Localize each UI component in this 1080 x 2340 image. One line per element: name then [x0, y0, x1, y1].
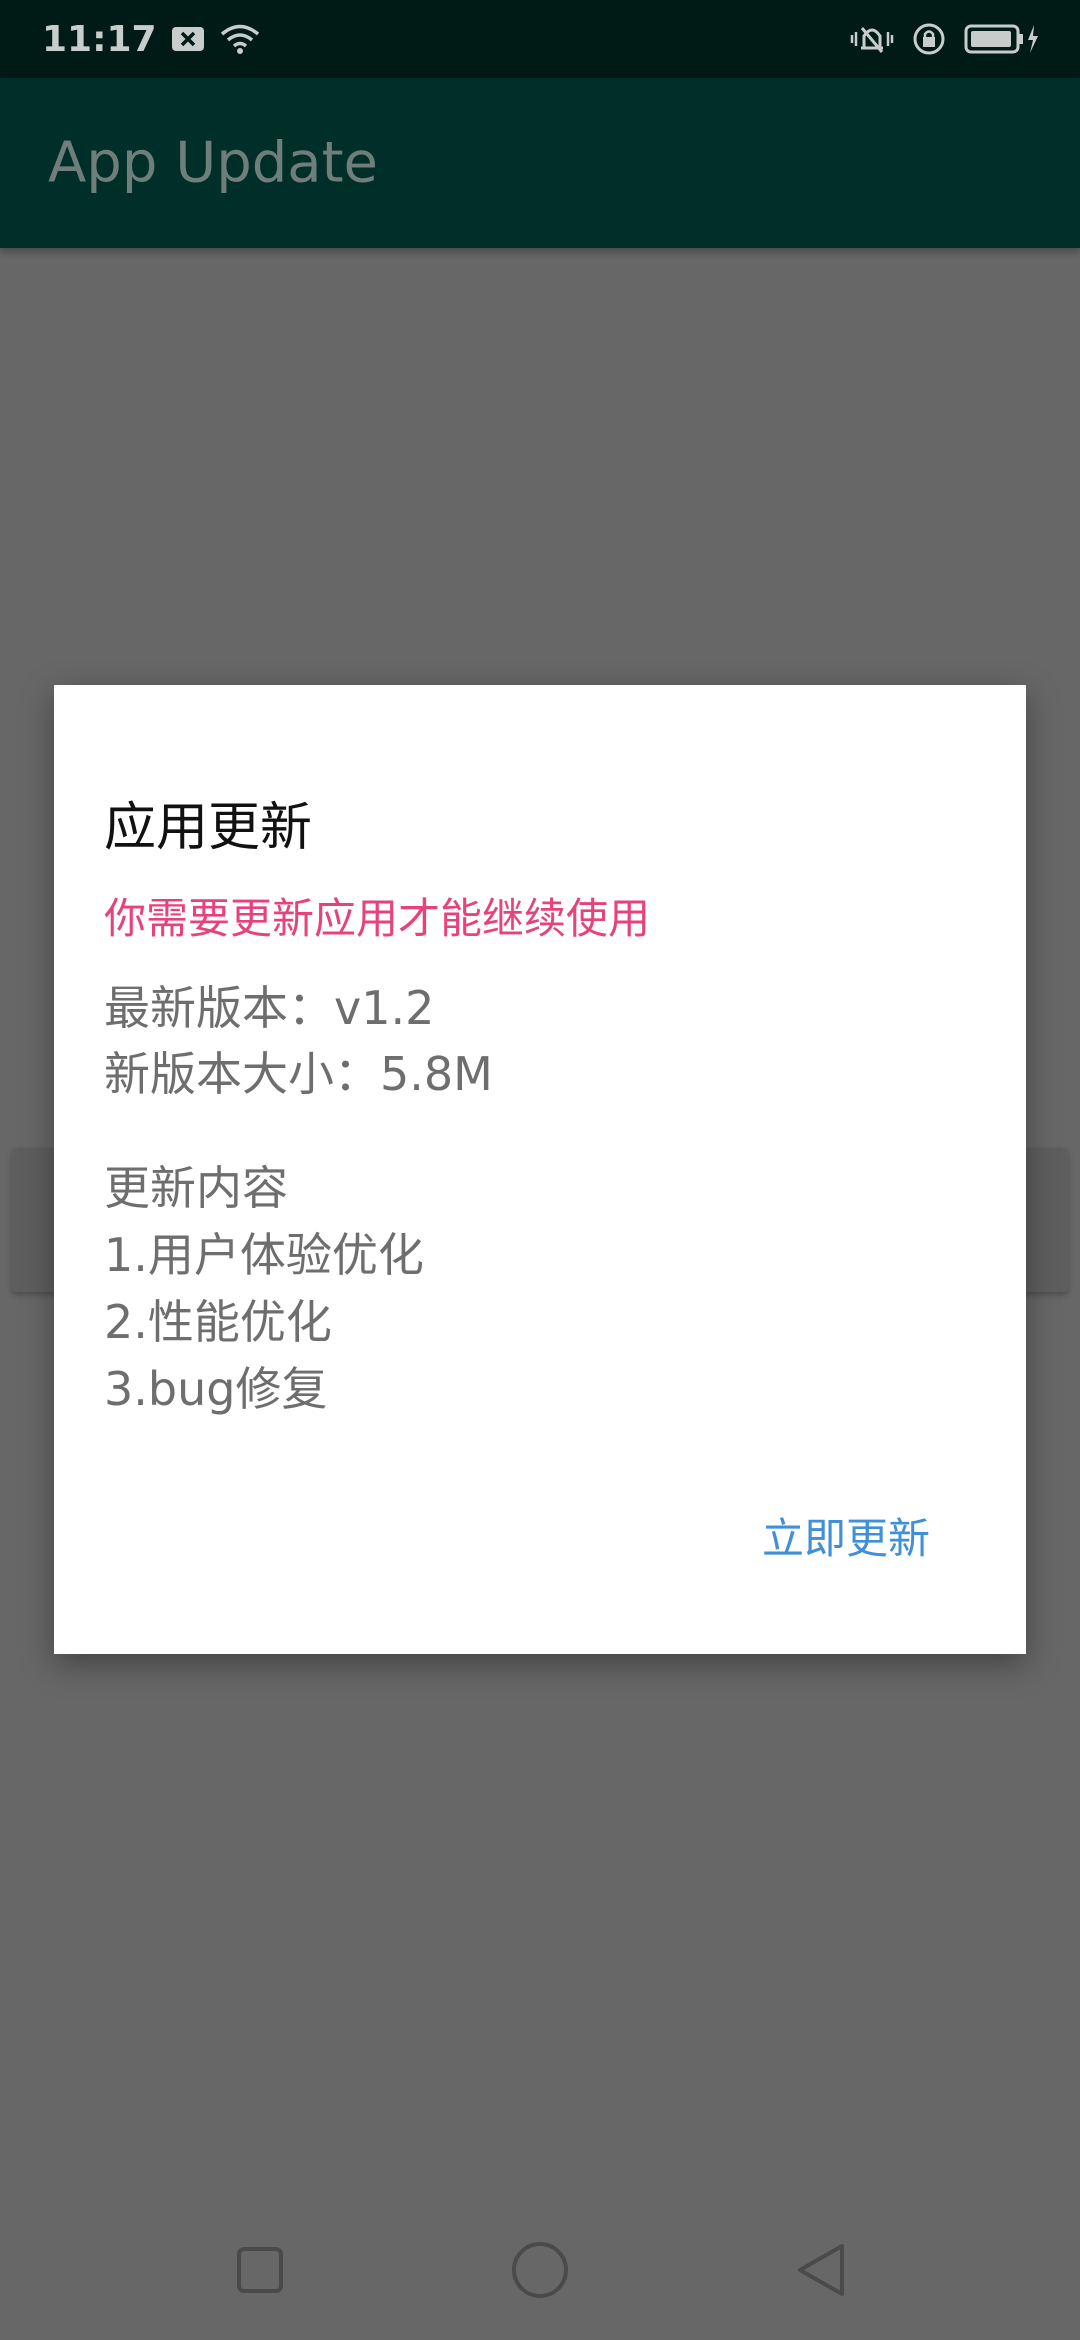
release-note-item: 1.用户体验优化 [104, 1228, 424, 1282]
version-info: 最新版本：v1.2 新版本大小：5.8M [104, 975, 493, 1107]
update-now-button[interactable]: 立即更新 [762, 1505, 930, 1566]
update-dialog: 应用更新 你需要更新应用才能继续使用 最新版本：v1.2 新版本大小：5.8M … [54, 685, 1026, 1654]
navigation-bar [0, 2200, 1080, 2340]
circle-icon [512, 2242, 568, 2298]
screen: 11:17 App Update 应用更新 你需要更新应用才能继续使用 最新版本… [0, 0, 1080, 2340]
rotation-lock-icon [912, 22, 946, 56]
vibrate-icon [850, 22, 894, 56]
dialog-title: 应用更新 [104, 798, 313, 858]
recents-button[interactable] [215, 2225, 305, 2315]
latest-version-text: 最新版本：v1.2 [104, 981, 435, 1035]
status-bar: 11:17 [0, 0, 1080, 78]
square-icon [237, 2247, 283, 2293]
status-left: 11:17 [42, 19, 261, 60]
home-button[interactable] [495, 2225, 585, 2315]
app-bar: App Update [0, 78, 1080, 248]
release-note-item: 2.性能优化 [104, 1295, 332, 1349]
new-version-size-text: 新版本大小：5.8M [104, 1047, 493, 1101]
release-notes: 更新内容 1.用户体验优化 2.性能优化 3.bug修复 [104, 1155, 424, 1423]
wifi-icon [219, 23, 261, 55]
status-right [850, 22, 1040, 56]
battery-charging-icon [964, 23, 1040, 55]
update-required-warning: 你需要更新应用才能继续使用 [104, 894, 651, 943]
triangle-back-icon [798, 2244, 844, 2296]
release-notes-heading: 更新内容 [104, 1161, 288, 1215]
release-note-item: 3.bug修复 [104, 1362, 328, 1416]
notification-close-icon [171, 26, 205, 52]
status-time: 11:17 [42, 18, 157, 60]
app-title: App Update [48, 130, 379, 196]
back-button[interactable] [775, 2225, 865, 2315]
